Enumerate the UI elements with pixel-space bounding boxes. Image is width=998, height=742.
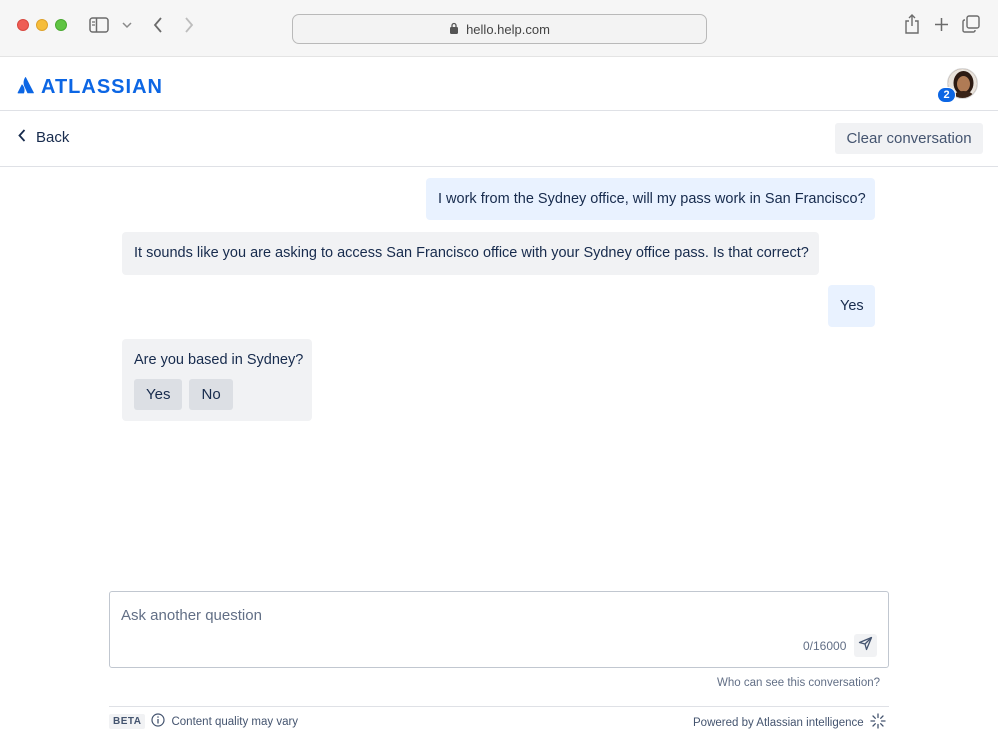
info-icon[interactable] <box>151 713 166 730</box>
chevron-down-icon[interactable] <box>121 19 133 31</box>
window-close-button[interactable] <box>17 19 29 31</box>
user-message: I work from the Sydney office, will my p… <box>426 178 875 220</box>
powered-by-text: Powered by Atlassian intelligence <box>693 716 864 729</box>
share-icon[interactable] <box>903 13 921 35</box>
atlassian-logo[interactable]: ATLASSIAN <box>17 76 163 99</box>
send-button[interactable] <box>854 634 877 657</box>
back-label: Back <box>36 129 70 146</box>
quality-note-text: Content quality may vary <box>171 715 299 728</box>
question-composer: 0/16000 <box>109 591 889 668</box>
footer-divider <box>109 706 889 707</box>
footer-powered-by: Powered by Atlassian intelligence <box>693 713 886 732</box>
bot-question-text: Are you based in Sydney? <box>134 352 304 368</box>
clear-conversation-button[interactable]: Clear conversation <box>835 123 983 154</box>
send-icon <box>858 636 873 656</box>
atlassian-logo-icon <box>17 76 35 99</box>
browser-back-icon[interactable] <box>151 16 165 34</box>
who-can-see-link[interactable]: Who can see this conversation? <box>717 677 880 689</box>
option-no-button[interactable]: No <box>189 379 233 410</box>
browser-toolbar: hello.help.com <box>0 0 998 57</box>
quick-reply-options: Yes No <box>134 379 300 410</box>
plus-icon[interactable] <box>932 15 950 33</box>
tabs-icon[interactable] <box>961 14 981 34</box>
sparkle-icon <box>870 713 886 732</box>
address-bar[interactable]: hello.help.com <box>292 14 707 44</box>
conversation-toolbar: Back Clear conversation <box>0 111 998 167</box>
sidebar-icon[interactable] <box>89 16 109 34</box>
notification-badge: 2 <box>937 87 956 103</box>
option-yes-button[interactable]: Yes <box>134 379 183 410</box>
chevron-left-icon <box>18 129 26 146</box>
question-input[interactable] <box>121 604 821 626</box>
bot-question-card: Are you based in Sydney? Yes No <box>122 339 312 421</box>
app-header: ATLASSIAN 2 <box>0 57 998 111</box>
bot-message: It sounds like you are asking to access … <box>122 232 819 275</box>
back-button[interactable]: Back <box>18 129 69 146</box>
footer-quality-note: BETA Content quality may vary <box>109 713 298 730</box>
window-zoom-button[interactable] <box>55 19 67 31</box>
address-url: hello.help.com <box>466 21 550 37</box>
brand-name: ATLASSIAN <box>41 76 163 98</box>
character-counter: 0/16000 <box>803 639 847 653</box>
user-message: Yes <box>828 285 875 327</box>
lock-icon <box>449 22 459 37</box>
browser-forward-icon[interactable] <box>182 16 196 34</box>
window-minimize-button[interactable] <box>36 19 48 31</box>
beta-badge: BETA <box>109 714 146 729</box>
